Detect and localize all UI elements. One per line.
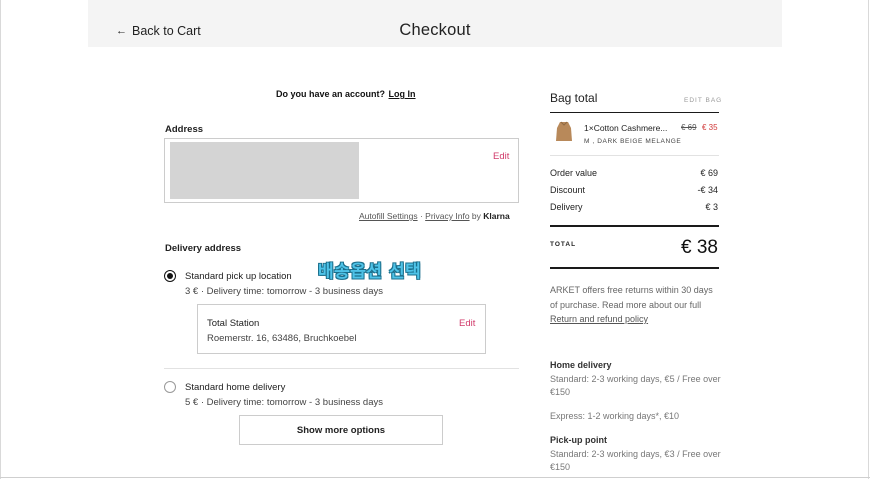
options-divider	[164, 368, 519, 369]
login-link[interactable]: Log In	[389, 89, 416, 99]
option-home-title: Standard home delivery	[185, 382, 286, 393]
return-policy-link[interactable]: Return and refund policy	[550, 314, 648, 324]
order-value-label: Order value	[550, 168, 598, 178]
frame-bottom-edge	[0, 477, 870, 478]
station-address: Roemerstr. 16, 63486, Bruchkoebel	[207, 333, 357, 344]
option-home-subtitle: 5 € · Delivery time: tomorrow - 3 busine…	[185, 397, 383, 408]
product-price-sale: € 35	[702, 123, 718, 132]
frame-left-edge	[0, 0, 1, 479]
order-value-amount: € 69	[700, 168, 718, 178]
product-thumbnail[interactable]	[555, 120, 573, 142]
checkout-header: ← Back to Cart Checkout	[88, 0, 782, 47]
radio-pickup-location[interactable]	[164, 270, 176, 282]
bag-top-rule	[550, 112, 719, 113]
edit-bag-link[interactable]: EDIT BAG	[684, 97, 722, 104]
delivery-label: Delivery	[550, 202, 583, 212]
account-prompt: Do you have an account? Log In	[276, 89, 416, 99]
discount-label: Discount	[550, 185, 586, 195]
discount-amount: -€ 34	[697, 185, 718, 195]
address-card: Edit	[164, 138, 519, 203]
total-top-rule	[550, 225, 719, 227]
total-bottom-rule	[550, 267, 719, 269]
total-label: TOTAL	[550, 241, 577, 248]
privacy-info-link[interactable]: Privacy Info	[425, 211, 469, 221]
product-name[interactable]: 1×Cotton Cashmere...	[584, 123, 667, 133]
klarna-brand: Klarna	[483, 211, 510, 221]
bag-total-title: Bag total	[550, 91, 598, 105]
bag-item-divider	[550, 155, 719, 156]
radio-home-delivery[interactable]	[164, 381, 176, 393]
station-name: Total Station	[207, 318, 260, 329]
edit-address-link[interactable]: Edit	[493, 151, 509, 162]
returns-info-text: ARKET offers free returns within 30 days…	[550, 285, 713, 310]
returns-info: ARKET offers free returns within 30 days…	[550, 283, 720, 327]
option-pickup-subtitle: 3 € · Delivery time: tomorrow - 3 busine…	[185, 286, 383, 297]
show-more-options-button[interactable]: Show more options	[239, 415, 443, 445]
autofill-by-text: by	[469, 211, 484, 221]
pickup-point-heading: Pick-up point	[550, 435, 607, 445]
delivery-section-title: Delivery address	[165, 243, 242, 254]
page-title: Checkout	[399, 21, 471, 39]
edit-station-link[interactable]: Edit	[459, 318, 475, 329]
home-delivery-heading: Home delivery	[550, 360, 612, 370]
caption-overlay: 배송옵션 선택	[318, 262, 422, 282]
frame-right-edge	[868, 0, 869, 479]
autofill-line: Autofill Settings · Privacy Info by Klar…	[359, 211, 510, 221]
product-price-original: € 69	[681, 123, 697, 132]
address-redacted-block	[170, 142, 359, 199]
address-section-title: Address	[165, 124, 204, 135]
pickup-station-card: Total Station Roemerstr. 16, 63486, Bruc…	[197, 304, 486, 354]
option-pickup-title: Standard pick up location	[185, 271, 292, 282]
product-variant: M , DARK BEIGE MELANGE	[584, 138, 682, 145]
home-delivery-express: Express: 1-2 working days*, €10	[550, 411, 680, 421]
home-delivery-standard: Standard: 2-3 working days, €5 / Free ov…	[550, 374, 721, 397]
account-prompt-text: Do you have an account?	[276, 89, 386, 99]
delivery-amount: € 3	[705, 202, 718, 212]
total-amount: € 38	[681, 237, 718, 258]
autofill-settings-link[interactable]: Autofill Settings	[359, 211, 418, 221]
pickup-point-standard: Standard: 2-3 working days, €3 / Free ov…	[550, 449, 721, 472]
